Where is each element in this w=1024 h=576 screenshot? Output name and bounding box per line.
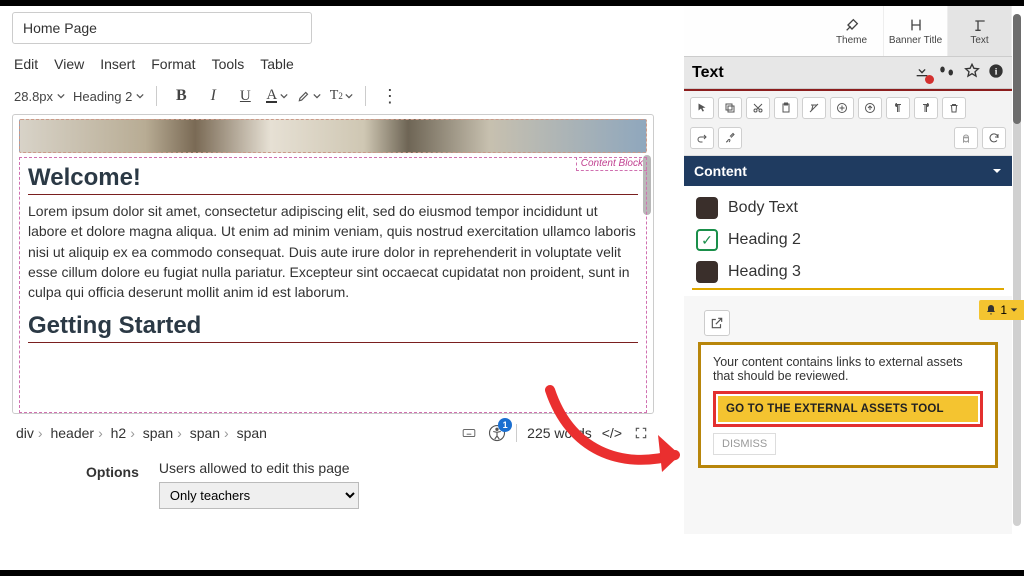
superscript-button[interactable]: T2	[329, 84, 353, 108]
text-tools-row	[684, 91, 1012, 156]
italic-button[interactable]: I	[201, 84, 225, 108]
section-title: Text	[692, 64, 724, 82]
copy-icon[interactable]	[718, 97, 742, 119]
paste-icon[interactable]	[774, 97, 798, 119]
menu-insert[interactable]: Insert	[100, 56, 135, 72]
redo-icon[interactable]	[690, 127, 714, 149]
check-icon: ✓	[696, 229, 718, 251]
more-toolbar-button[interactable]: ⋮	[378, 84, 402, 108]
text-block-icon	[696, 197, 718, 219]
page-title-input[interactable]	[12, 12, 312, 44]
menu-view[interactable]: View	[54, 56, 84, 72]
text-color-button[interactable]: A	[265, 84, 289, 108]
block-format-select[interactable]: Heading 2	[73, 89, 144, 104]
trash-icon[interactable]	[942, 97, 966, 119]
clear-format-icon[interactable]	[802, 97, 826, 119]
external-assets-warning: Your content contains links to external …	[698, 342, 998, 468]
add-icon[interactable]	[830, 97, 854, 119]
menu-tools[interactable]: Tools	[212, 56, 245, 72]
para-rtl-icon[interactable]	[914, 97, 938, 119]
options-heading: Users allowed to edit this page	[159, 460, 359, 476]
brush-icon[interactable]	[718, 127, 742, 149]
keyboard-icon[interactable]	[460, 424, 478, 442]
element-path[interactable]: div› header› h2› span› span› span	[16, 425, 267, 441]
body-paragraph[interactable]: Lorem ipsum dolor sit amet, consectetur …	[28, 201, 638, 302]
editor-menubar: Edit View Insert Format Tools Table	[6, 52, 660, 80]
editor-canvas[interactable]: Content Block Welcome! Lorem ipsum dolor…	[12, 114, 654, 414]
move-up-icon[interactable]	[858, 97, 882, 119]
go-to-external-assets-button[interactable]: GO TO THE EXTERNAL ASSETS TOOL	[713, 391, 983, 427]
cut-icon[interactable]	[746, 97, 770, 119]
download-icon[interactable]	[914, 63, 930, 82]
highlight-button[interactable]	[297, 84, 321, 108]
tab-theme[interactable]: Theme	[820, 6, 884, 56]
editor-toolbar: 28.8px Heading 2 B I U A T2 ⋮	[6, 80, 660, 114]
content-item-body-text[interactable]: Body Text	[692, 192, 1004, 224]
content-section-header[interactable]: Content	[684, 156, 1012, 186]
accessibility-checker-icon[interactable]: 1	[488, 424, 506, 442]
heading-welcome[interactable]: Welcome!	[28, 164, 638, 195]
html-view-toggle[interactable]: </>	[602, 425, 622, 441]
options-label: Options	[86, 460, 139, 480]
warning-message: Your content contains links to external …	[713, 355, 983, 383]
footsteps-icon[interactable]	[938, 64, 956, 81]
fullscreen-icon[interactable]	[632, 424, 650, 442]
dismiss-button[interactable]: DISMISS	[713, 433, 776, 455]
tab-banner-title[interactable]: Banner Title	[884, 6, 948, 56]
tab-text[interactable]: Text	[948, 6, 1012, 56]
heading-getting-started[interactable]: Getting Started	[28, 312, 638, 343]
content-item-heading-3[interactable]: Heading 3	[692, 256, 1004, 290]
para-ltr-icon[interactable]	[886, 97, 910, 119]
menu-edit[interactable]: Edit	[14, 56, 38, 72]
refresh-icon[interactable]	[982, 127, 1006, 149]
notification-bell[interactable]: 1	[979, 300, 1024, 320]
content-block-label: Content Block	[576, 157, 647, 171]
accessibility-badge: 1	[498, 418, 512, 432]
banner-image[interactable]	[19, 119, 647, 153]
sidebar-scrollbar[interactable]	[1013, 14, 1021, 526]
sidebar-tabs: Theme Banner Title Text	[684, 6, 1012, 56]
svg-text:i: i	[995, 67, 998, 77]
font-size-select[interactable]: 28.8px	[14, 89, 65, 104]
external-link-icon[interactable]	[704, 310, 730, 336]
info-icon[interactable]: i	[988, 63, 1004, 82]
menu-table[interactable]: Table	[260, 56, 293, 72]
pointer-icon[interactable]	[690, 97, 714, 119]
star-icon[interactable]	[964, 63, 980, 82]
bold-button[interactable]: B	[169, 84, 193, 108]
content-block[interactable]: Content Block Welcome! Lorem ipsum dolor…	[19, 157, 647, 413]
word-count: 225 words	[527, 425, 592, 441]
ghost-icon[interactable]	[954, 127, 978, 149]
menu-format[interactable]: Format	[151, 56, 195, 72]
underline-button[interactable]: U	[233, 84, 257, 108]
edit-permissions-select[interactable]: Only teachers	[159, 482, 359, 509]
text-block-icon	[696, 261, 718, 283]
content-item-heading-2[interactable]: ✓ Heading 2	[692, 224, 1004, 256]
